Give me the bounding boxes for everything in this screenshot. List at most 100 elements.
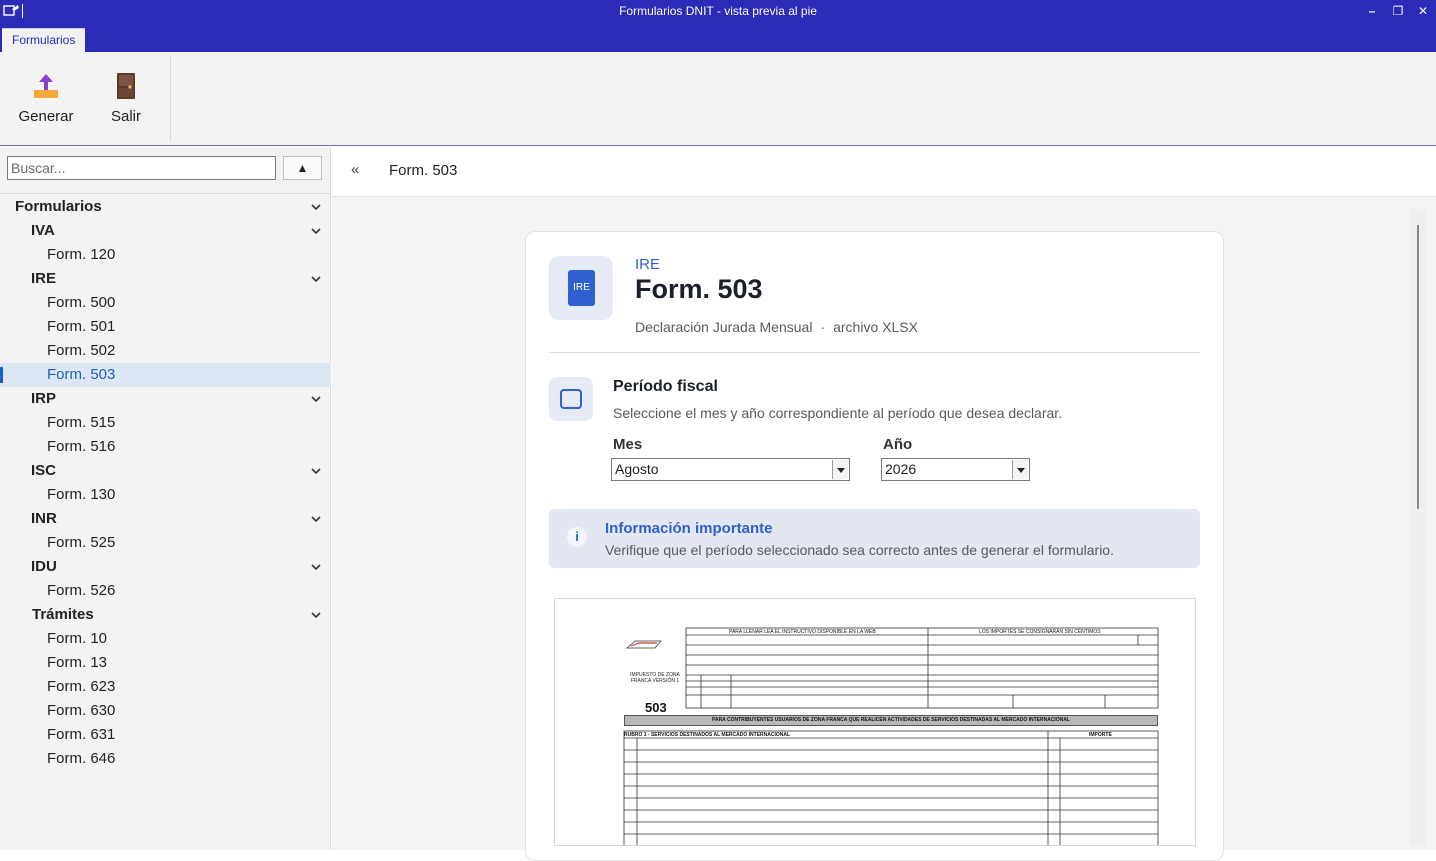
tree-item[interactable]: Form. 525 — [0, 531, 331, 555]
tree-item[interactable]: Form. 13 — [0, 651, 331, 675]
calendar-square-icon — [560, 389, 582, 409]
dnit-logo — [625, 640, 663, 649]
tree-item[interactable]: Form. 10 — [0, 627, 331, 651]
tree-item[interactable]: Form. 500 — [0, 291, 331, 315]
forms-tree: Formularios IVA Form. 120 IRE Form. 500 Form.… — [0, 195, 331, 771]
sidebar-divider — [0, 193, 331, 194]
generar-button[interactable]: Generar — [11, 70, 81, 125]
upload-icon — [34, 74, 58, 98]
tree-item-label: Form. 623 — [47, 678, 116, 695]
preview-side-label: IMPUESTO DE ZONA FRANCA VERSIÓN 1 — [630, 672, 680, 684]
tree-item[interactable]: Form. 646 — [0, 747, 331, 771]
tree-group-label: IRP — [31, 390, 57, 407]
chevron-down-icon — [311, 564, 321, 571]
tree-group[interactable]: Trámites — [0, 603, 331, 627]
tree-item[interactable]: Form. 630 — [0, 699, 331, 723]
tab-formularios[interactable]: Formularios — [2, 28, 86, 52]
search-input[interactable] — [7, 156, 276, 180]
tree-group-label: IRE — [31, 270, 57, 287]
card-divider — [549, 352, 1200, 353]
tree-item[interactable]: Form. 516 — [0, 435, 331, 459]
salir-button[interactable]: Salir — [91, 70, 161, 125]
tree-group[interactable]: IVA — [0, 219, 331, 243]
tree-root-formularios[interactable]: Formularios — [0, 195, 331, 219]
tree-item-label: Form. 130 — [47, 486, 116, 503]
file-type: archivo XLSX — [833, 319, 918, 335]
tree-item-label: Form. 500 — [47, 294, 116, 311]
form-badge: IRE — [549, 256, 613, 320]
tree-item[interactable]: Form. 501 — [0, 315, 331, 339]
tree-item-label: Form. 501 — [47, 318, 116, 335]
tree-group-label: INR — [31, 510, 57, 527]
chevron-down-icon — [311, 204, 321, 211]
tree-item-label: Form. 502 — [47, 342, 116, 359]
preview-band: PARA CONTRIBUYENTES USUARIOS DE ZONA FRA… — [624, 715, 1158, 726]
restore-icon: ❐ — [1392, 4, 1404, 18]
form-card: IRE IRE Form. 503 Declaración Jurada Men… — [525, 231, 1224, 861]
tree-group[interactable]: IDU — [0, 555, 331, 579]
period-title: Período fiscal — [613, 378, 718, 395]
year-value: 2026 — [885, 461, 917, 477]
document-icon: IRE — [568, 270, 595, 306]
tree-item[interactable]: Form. 631 — [0, 723, 331, 747]
tree-item[interactable]: Form. 503 — [0, 363, 331, 387]
tree-root-formularios-label: Formularios — [15, 198, 102, 215]
back-button[interactable]: « — [351, 161, 359, 178]
sidebar: ▲ FormulariosIVAForm. 120IREForm. 500For… — [0, 147, 331, 850]
window-title: Formularios DNIT - vista previa al pie — [619, 4, 817, 18]
restore-button[interactable]: ❐ — [1388, 2, 1408, 20]
tree-group-label: ISC — [31, 462, 57, 479]
tree-item[interactable]: Form. 526 — [0, 579, 331, 603]
chevron-down-icon — [832, 460, 848, 479]
preview-importe: IMPORTE — [1089, 732, 1112, 738]
title-bar: Formularios DNIT - vista previa al pie –… — [0, 0, 1436, 24]
tree-item-label: Form. 120 — [47, 246, 116, 263]
preview-header-left: PARA LLENAR LEA EL INSTRUCTIVO DISPONIBL… — [729, 629, 876, 635]
tree-item-label: Form. 10 — [47, 630, 108, 647]
tree-group[interactable]: INR — [0, 507, 331, 531]
month-select[interactable]: Agosto — [611, 458, 850, 481]
year-label: Año — [883, 436, 913, 453]
ribbon-separator — [170, 56, 171, 142]
salir-label: Salir — [110, 108, 141, 125]
form-title: Form. 503 — [635, 274, 763, 304]
chevron-down-icon — [311, 516, 321, 523]
scrollbar[interactable] — [1410, 209, 1426, 845]
generar-label: Generar — [18, 108, 74, 125]
minimize-button[interactable]: – — [1362, 2, 1382, 20]
tree-group[interactable]: IRE — [0, 267, 331, 291]
tree-item[interactable]: Form. 130 — [0, 483, 331, 507]
month-label: Mes — [613, 436, 643, 453]
chevron-down-icon — [311, 276, 321, 283]
tree-item[interactable]: Form. 623 — [0, 675, 331, 699]
preview-header-right: LOS IMPORTES SE CONSIGNARÁN SIN CÉNTIMOS — [979, 629, 1101, 635]
form-description: Declaración Jurada Mensual — [635, 319, 813, 335]
tree-group[interactable]: ISC — [0, 459, 331, 483]
tree-group[interactable]: IRP — [0, 387, 331, 411]
tree-item[interactable]: Form. 502 — [0, 339, 331, 363]
chevron-down-icon — [311, 228, 321, 235]
tree-item-label: Form. 646 — [47, 750, 116, 767]
form-category: IRE — [635, 256, 661, 273]
year-select[interactable]: 2026 — [881, 458, 1030, 481]
breadcrumb: Form. 503 — [389, 162, 458, 179]
tree-item-label: Form. 631 — [47, 726, 116, 743]
scrollbar-thumb[interactable] — [1417, 225, 1419, 509]
month-value: Agosto — [615, 461, 659, 477]
tree-item[interactable]: Form. 120 — [0, 243, 331, 267]
chevron-down-icon — [311, 612, 321, 619]
tree-item[interactable]: Form. 515 — [0, 411, 331, 435]
arrow-up-icon: ▲ — [296, 161, 309, 175]
tree-group-label: IVA — [31, 222, 55, 239]
close-icon: ✕ — [1417, 4, 1429, 18]
tree-item-label: Form. 526 — [47, 582, 116, 599]
collapse-up-button[interactable]: ▲ — [283, 156, 322, 180]
info-description: Verifique que el período seleccionado se… — [605, 542, 1114, 558]
close-button[interactable]: ✕ — [1413, 2, 1433, 20]
period-icon — [549, 377, 593, 421]
tree-item-label: Form. 515 — [47, 414, 116, 431]
ribbon: Generar Salir — [0, 52, 1436, 146]
tree-item-label: Form. 503 — [47, 366, 116, 383]
chevron-down-icon — [1012, 460, 1028, 479]
tree-item-label: Form. 516 — [47, 438, 116, 455]
